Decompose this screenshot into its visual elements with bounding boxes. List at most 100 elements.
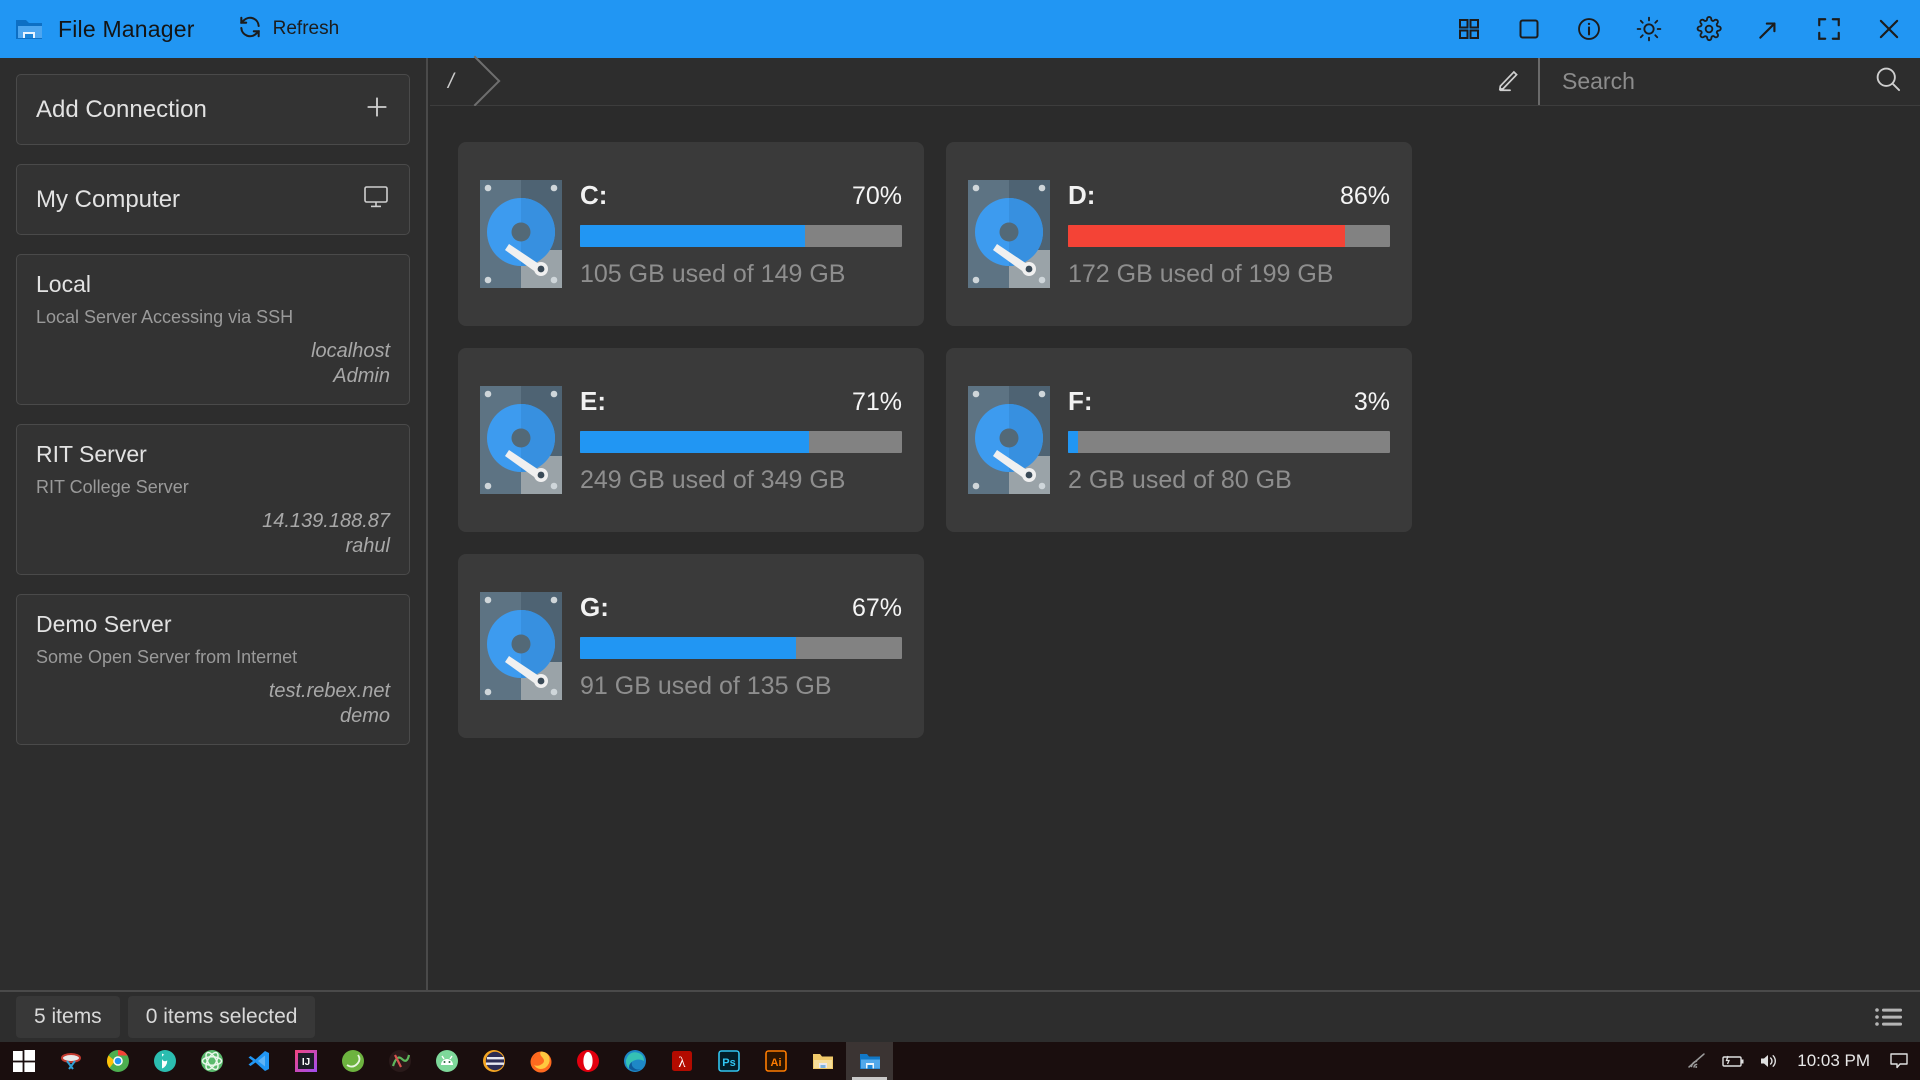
sidebar: Add Connection My Computer Local Local S… — [0, 58, 428, 990]
drive-usage-bar — [580, 224, 902, 247]
selection-count-badge: 0 items selected — [127, 996, 316, 1038]
windows-start-icon[interactable] — [0, 1042, 47, 1080]
info-icon[interactable] — [1576, 16, 1602, 42]
drive-info: F: 3% 2 GB used of 80 GB — [1068, 386, 1390, 495]
svg-text:Ai: Ai — [770, 1057, 781, 1069]
edit-path-button[interactable] — [1480, 58, 1540, 105]
vs-code-icon[interactable] — [235, 1042, 282, 1080]
postman-icon[interactable] — [141, 1042, 188, 1080]
sidebar-item-connection[interactable]: RIT Server RIT College Server 14.139.188… — [16, 424, 410, 575]
drive-info: E: 71% 249 GB used of 349 GB — [580, 386, 902, 495]
system-tray: 10:03 PM — [1687, 1051, 1920, 1071]
refresh-label: Refresh — [272, 18, 340, 39]
drive-info: C: 70% 105 GB used of 149 GB — [580, 180, 902, 289]
drive-percent: 70% — [851, 181, 902, 210]
drive-card[interactable]: F: 3% 2 GB used of 80 GB — [946, 348, 1412, 532]
drive-usage-text: 91 GB used of 135 GB — [580, 671, 832, 700]
drive-letter: F: — [1068, 385, 1093, 416]
drive-grid: C: 70% 105 GB used of 149 GB D: 86% 172 … — [458, 142, 1892, 738]
hard-disk-icon — [480, 180, 562, 288]
sidebar-item-connection[interactable]: Local Local Server Accessing via SSH loc… — [16, 254, 410, 405]
drive-usage-fill — [580, 636, 796, 659]
drive-card[interactable]: D: 86% 172 GB used of 199 GB — [946, 142, 1412, 326]
breadcrumb-item-root[interactable]: / — [430, 58, 476, 106]
opera-icon[interactable] — [564, 1042, 611, 1080]
drive-usage-fill — [1068, 224, 1345, 247]
svg-text:Ps: Ps — [722, 1057, 735, 1069]
acrobat-reader-icon[interactable]: λ — [658, 1042, 705, 1080]
drive-letter: C: — [580, 179, 608, 210]
drive-usage-bar — [580, 430, 902, 453]
google-chrome-icon[interactable] — [94, 1042, 141, 1080]
drive-usage-bar — [1068, 224, 1390, 247]
microsoft-edge-icon[interactable] — [611, 1042, 658, 1080]
volume-icon[interactable] — [1759, 1052, 1779, 1070]
minimize-icon[interactable] — [1756, 16, 1782, 42]
notification-icon[interactable] — [1888, 1051, 1910, 1071]
drive-letter: G: — [580, 591, 609, 622]
file-folder-icon[interactable] — [799, 1042, 846, 1080]
item-count-badge: 5 items — [16, 996, 120, 1038]
drive-percent: 67% — [851, 593, 902, 622]
illustrator-icon[interactable]: Ai — [752, 1042, 799, 1080]
drive-card[interactable]: G: 67% 91 GB used of 135 GB — [458, 554, 924, 738]
hard-disk-icon — [968, 386, 1050, 494]
drive-card[interactable]: C: 70% 105 GB used of 149 GB — [458, 142, 924, 326]
main-content: C: 70% 105 GB used of 149 GB D: 86% 172 … — [430, 106, 1920, 990]
refresh-button[interactable]: Refresh — [237, 14, 340, 45]
connection-name: RIT Server — [36, 441, 147, 467]
refresh-icon — [237, 14, 263, 45]
wifi-icon[interactable] — [1687, 1052, 1707, 1070]
drive-usage-fill — [580, 224, 806, 247]
connection-name: Local — [36, 271, 91, 297]
file-manager-window: File Manager Refresh Add Connection My C… — [0, 0, 1920, 1080]
status-bar: 5 items 0 items selected — [0, 990, 1920, 1042]
monitor-icon — [362, 184, 390, 215]
battery-charging-icon[interactable] — [1721, 1053, 1745, 1069]
square-icon[interactable] — [1516, 16, 1542, 42]
window-controls — [1456, 16, 1920, 42]
connection-name: Demo Server — [36, 611, 172, 637]
grid-view-icon[interactable] — [1456, 16, 1482, 42]
photoshop-icon[interactable]: Ps — [705, 1042, 752, 1080]
drive-usage-text: 2 GB used of 80 GB — [1068, 465, 1292, 494]
connection-description: Local Server Accessing via SSH — [36, 307, 294, 327]
connection-user: demo — [339, 705, 390, 727]
drive-usage-bar — [580, 636, 902, 659]
eclipse-icon[interactable] — [470, 1042, 517, 1080]
search-icon[interactable] — [1874, 65, 1902, 98]
intellij-idea-icon[interactable]: IJ — [282, 1042, 329, 1080]
drive-card[interactable]: E: 71% 249 GB used of 349 GB — [458, 348, 924, 532]
plus-icon — [364, 94, 390, 125]
gitkraken-icon[interactable] — [376, 1042, 423, 1080]
snipping-tool-icon[interactable] — [47, 1042, 94, 1080]
firefox-icon[interactable] — [517, 1042, 564, 1080]
brightness-icon[interactable] — [1636, 16, 1662, 42]
taskbar-clock[interactable]: 10:03 PM — [1793, 1051, 1874, 1071]
drive-usage-bar — [1068, 430, 1390, 453]
sidebar-item-connection[interactable]: Demo Server Some Open Server from Intern… — [16, 594, 410, 745]
svg-text:λ: λ — [678, 1055, 686, 1071]
app-title: File Manager — [58, 15, 195, 42]
svg-text:IJ: IJ — [301, 1057, 309, 1068]
drive-info: G: 67% 91 GB used of 135 GB — [580, 592, 902, 701]
connection-host: localhost — [311, 340, 390, 362]
add-connection-label: Add Connection — [36, 95, 207, 123]
drive-percent: 3% — [1353, 387, 1390, 416]
search-input[interactable] — [1562, 68, 1874, 95]
atom-icon[interactable] — [188, 1042, 235, 1080]
hard-disk-icon — [480, 592, 562, 700]
close-icon[interactable] — [1876, 16, 1902, 42]
android-studio-icon[interactable] — [423, 1042, 470, 1080]
list-view-icon[interactable] — [1874, 1005, 1904, 1029]
gear-icon[interactable] — [1696, 16, 1722, 42]
fullscreen-icon[interactable] — [1816, 16, 1842, 42]
sidebar-item-my-computer[interactable]: My Computer — [16, 164, 410, 235]
my-computer-label: My Computer — [36, 185, 181, 213]
add-connection-button[interactable]: Add Connection — [16, 74, 410, 145]
drive-letter: E: — [580, 385, 606, 416]
drive-letter: D: — [1068, 179, 1096, 210]
search-box[interactable] — [1540, 58, 1920, 105]
spring-tools-icon[interactable] — [329, 1042, 376, 1080]
file-manager-icon[interactable] — [846, 1042, 893, 1080]
